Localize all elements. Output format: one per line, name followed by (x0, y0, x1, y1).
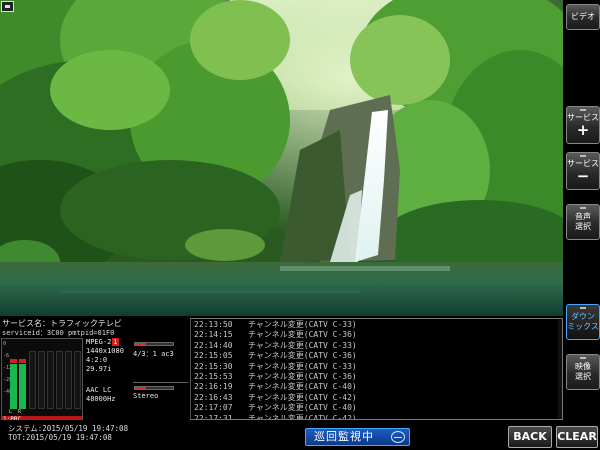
indicator-dot (580, 307, 586, 309)
log-message: チャンネル変更(CATV C-33) (248, 340, 357, 350)
video-select-button[interactable]: 映像 選択 (566, 354, 600, 390)
timestamps: システム:2015/05/19 19:47:08 TOT:2015/05/19 … (8, 424, 128, 442)
log-row: 22:14:15 チャンネル変更(CATV C-36) (194, 330, 562, 340)
log-scrollbar[interactable] (558, 319, 562, 419)
downmix-line2: ミックス (567, 322, 599, 331)
downmix-line1: ダウン (571, 312, 595, 321)
audio-info: AAC LC 48000Hz (86, 386, 116, 404)
service-plus-button[interactable]: サービス + (566, 106, 600, 144)
audio-select-button[interactable]: 音声 選択 (566, 204, 600, 240)
log-time: 22:15:30 (194, 361, 233, 371)
side-button-column: ビデオ サービス + サービス − 音声 選択 ダウン ミックス 映像 選択 (563, 0, 600, 426)
back-button[interactable]: BACK (508, 426, 552, 448)
meter-slot (38, 351, 45, 409)
meter-scale-label: -20 (3, 377, 13, 383)
patrol-status-icon (391, 431, 405, 443)
video-select-line1: 映像 (575, 362, 591, 371)
log-time: 22:16:43 (194, 392, 233, 402)
clear-button[interactable]: CLEAR (556, 426, 598, 448)
waterfall-scene-image (0, 0, 563, 316)
audio-codec: AAC LC (86, 386, 112, 394)
log-message: チャンネル変更(CATV C-33) (248, 320, 357, 329)
log-row: 22:15:05 チャンネル変更(CATV C-36) (194, 351, 562, 361)
meter-scale-label: -40 (3, 389, 13, 395)
patrol-status-text: 巡回監視中 (314, 430, 374, 443)
video-codec: MPEG-2 (86, 338, 112, 346)
downmix-button[interactable]: ダウン ミックス (566, 304, 600, 340)
system-time: システム:2015/05/19 19:47:08 (8, 424, 129, 433)
log-message: チャンネル変更(CATV C-36) (248, 351, 357, 361)
log-rows: 22:13:50 チャンネル変更(CATV C-33) 22:14:15 チャンネル変… (194, 320, 562, 419)
log-time: 22:16:19 (194, 382, 233, 392)
audio-rate: 48000Hz (86, 395, 116, 403)
log-time: 22:14:40 (194, 340, 233, 350)
video-button[interactable]: ビデオ (566, 4, 600, 30)
log-row: 22:13:50 チャンネル変更(CATV C-33) (194, 320, 562, 330)
tot-time: TOT:2015/05/19 19:47:08 (8, 433, 112, 442)
audio-level-meter: 0 -6 -12 -20 -40 L R 1:PRC (1, 338, 83, 424)
log-message: チャンネル変更(CATV C-42) (248, 392, 357, 402)
log-row: 22:17:07 チャンネル変更(CATV C-40) (194, 403, 562, 413)
plus-icon: + (576, 121, 590, 139)
meter-slot (65, 351, 72, 409)
aspect-info: 4/3：1 ac3 (133, 350, 174, 358)
indicator-dot (580, 155, 586, 157)
log-row: 22:15:53 チャンネル変更(CATV C-36) (194, 372, 562, 382)
meter-slot (56, 351, 63, 409)
audio-select-line2: 選択 (575, 222, 591, 231)
audio-select-line1: 音声 (575, 212, 591, 221)
event-log[interactable]: 22:13:50 チャンネル変更(CATV C-33) 22:14:15 チャンネル変… (190, 318, 563, 420)
log-message: チャンネル変更(CATV C-33) (248, 361, 357, 371)
channel-label-left: L (9, 409, 13, 415)
stream-info-panel: サービス名：トラフィックテレビ serviceid：3C00 pmtpid=01… (0, 316, 190, 424)
log-row: 22:16:19 チャンネル変更(CATV C-40) (194, 382, 562, 392)
log-time: 22:15:53 (194, 372, 233, 382)
codec-badge: 1 (112, 338, 119, 346)
indicator-dot (580, 109, 586, 111)
service-ids: serviceid：3C00 pmtpid=01F0 (2, 329, 115, 337)
meter-bar-right (19, 359, 26, 409)
log-row: 22:14:40 チャンネル変更(CATV C-33) (194, 341, 562, 351)
divider (133, 382, 188, 383)
video-sampling: 4:2:0 (86, 356, 108, 364)
log-message: チャンネル変更(CATV C-36) (248, 330, 357, 340)
record-icon (1, 1, 14, 12)
log-row: 22:15:30 チャンネル変更(CATV C-33) (194, 362, 562, 372)
meter-scale-label: -12 (3, 365, 13, 371)
video-info: MPEG-2 1 1440x1080 4:2:0 29.97i (86, 338, 134, 374)
channel-label-right: R (18, 409, 22, 415)
indicator-dot (580, 207, 586, 209)
log-message: チャンネル変更(CATV C-40) (248, 382, 357, 392)
channel-labels: L R (9, 409, 21, 415)
meter-bar-left (10, 359, 17, 409)
service-minus-button[interactable]: サービス − (566, 152, 600, 190)
video-button-label: ビデオ (571, 12, 595, 21)
audio-level-bar (134, 386, 174, 390)
indicator-dot (580, 357, 586, 359)
minus-icon: − (576, 167, 590, 185)
audio-mode: Stereo (133, 392, 159, 400)
log-time: 22:17:07 (194, 403, 233, 413)
meter-slot (29, 351, 36, 409)
video-preview (0, 0, 563, 316)
log-message: チャンネル変更(CATV C-40) (248, 403, 357, 413)
log-time: 22:15:05 (194, 351, 233, 361)
meter-scale-label: -6 (3, 353, 10, 359)
video-resolution: 1440x1080 (86, 347, 124, 355)
log-message: チャンネル変更(CATV C-36) (248, 372, 357, 382)
meter-scale-label: 0 (3, 341, 7, 347)
meter-slot (47, 351, 54, 409)
patrol-status-indicator: 巡回監視中 (305, 428, 410, 446)
log-time: 22:13:50 (194, 320, 233, 329)
log-row: 22:16:43 チャンネル変更(CATV C-42) (194, 393, 562, 403)
video-select-line2: 選択 (575, 372, 591, 381)
meter-slot (74, 351, 81, 409)
log-time: 22:14:15 (194, 330, 233, 340)
video-framerate: 29.97i (86, 365, 112, 373)
video-level-bar (134, 342, 174, 346)
